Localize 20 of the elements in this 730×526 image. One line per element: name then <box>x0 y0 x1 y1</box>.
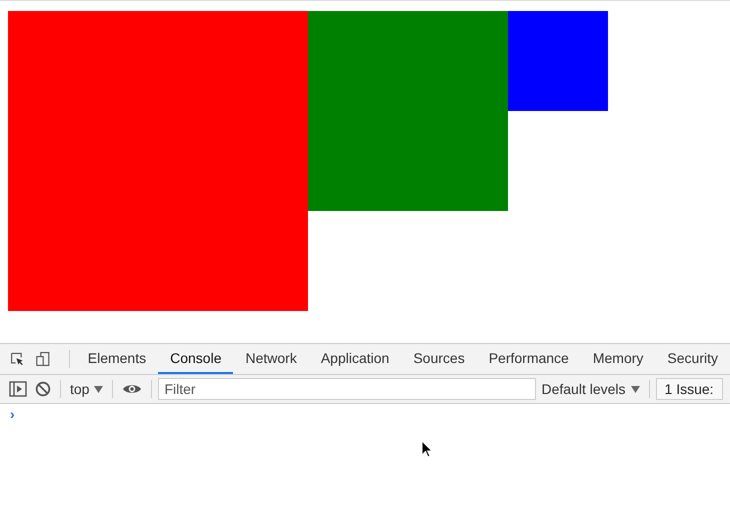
clear-icon[interactable] <box>35 381 51 397</box>
caret-icon <box>94 386 104 392</box>
levels-dropdown[interactable]: Default levels <box>538 381 643 397</box>
tab[interactable]: Sources <box>401 344 477 374</box>
caret-icon <box>630 386 640 392</box>
context-dropdown[interactable]: top <box>67 381 106 397</box>
issues-button[interactable]: 1 Issue: <box>656 378 723 400</box>
eye-icon[interactable] <box>122 383 142 395</box>
inspect-icon[interactable] <box>10 350 24 368</box>
tab[interactable]: Performance <box>476 344 581 374</box>
tab[interactable]: Network <box>233 344 309 374</box>
tab[interactable]: Memory <box>580 344 656 374</box>
mouse-pointer-icon <box>421 440 433 458</box>
tab[interactable]: Application <box>308 344 402 374</box>
filter-field[interactable]: Filter <box>158 378 536 400</box>
tab[interactable]: Security <box>655 344 730 374</box>
console-prompt: › <box>10 406 15 422</box>
tab[interactable]: Elements <box>76 344 158 374</box>
device-toolbar-icon[interactable] <box>36 350 51 368</box>
sidebar-toggle-icon[interactable] <box>9 381 27 397</box>
